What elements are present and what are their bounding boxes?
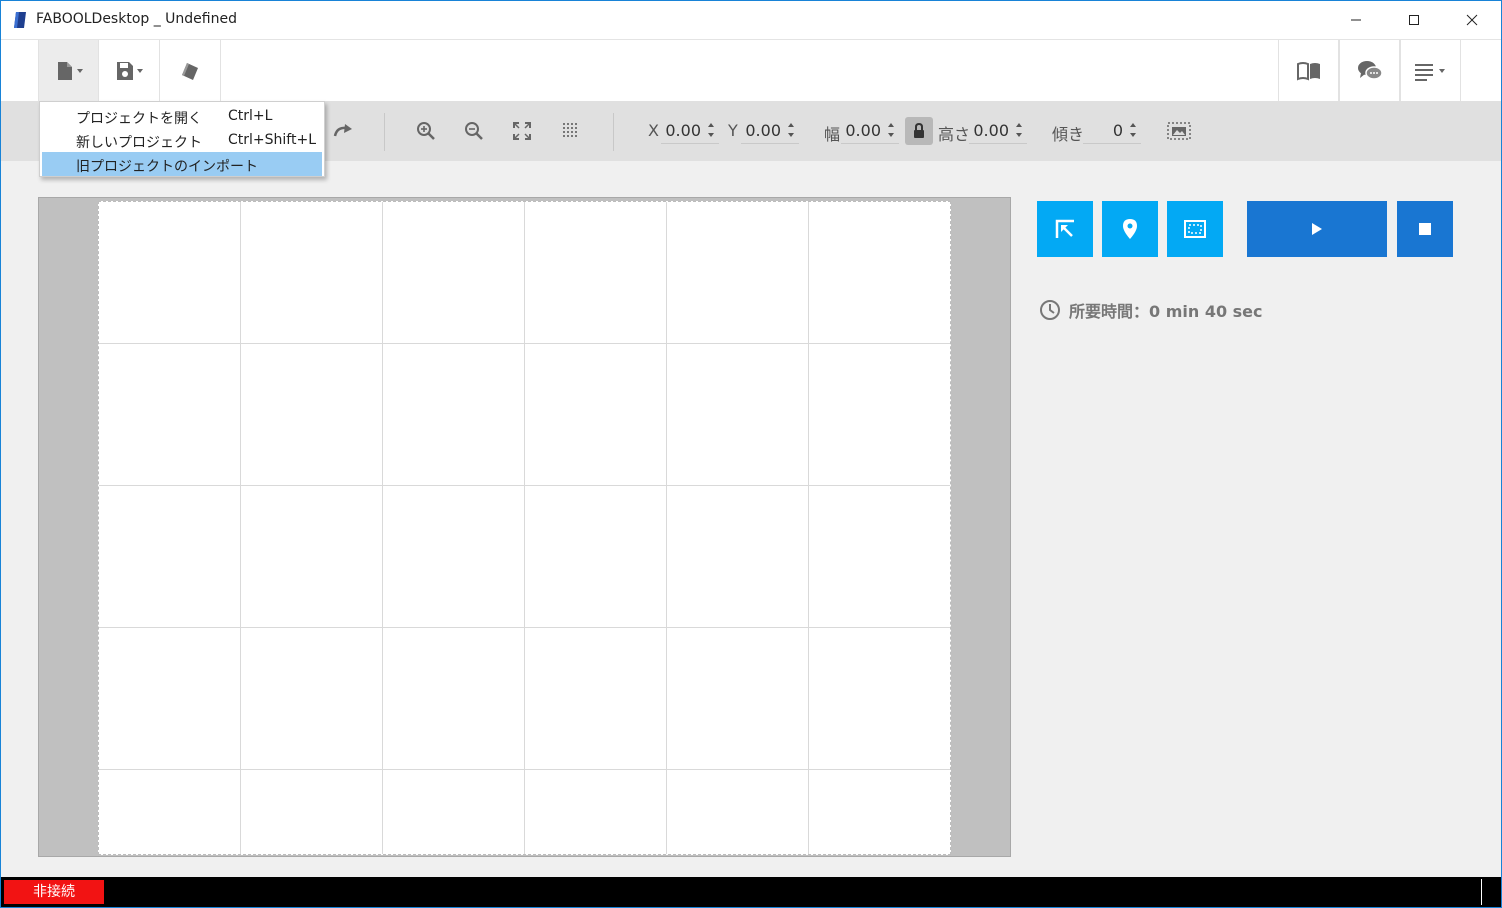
play-icon	[1312, 223, 1322, 235]
minimize-button[interactable]	[1327, 1, 1385, 39]
canvas-frame	[38, 197, 1011, 857]
manual-button[interactable]	[1278, 40, 1339, 101]
x-input[interactable]: 0.00	[661, 121, 701, 140]
lock-icon	[914, 123, 924, 138]
zoom-out-icon	[465, 122, 483, 140]
image-select-icon	[1167, 122, 1191, 140]
fit-screen-icon	[513, 122, 531, 140]
toolbar-divider	[613, 113, 614, 151]
book-icon	[1296, 61, 1320, 80]
save-menu-button[interactable]	[99, 40, 160, 101]
zoom-out-button[interactable]	[462, 119, 486, 143]
stop-icon	[1419, 223, 1431, 235]
estimated-time: 所要時間：0 min 40 sec	[1039, 299, 1263, 321]
height-label: 高さ	[938, 125, 971, 144]
eraser-button[interactable]	[160, 40, 221, 101]
grid-line	[808, 202, 809, 854]
frame-trace-button[interactable]	[1167, 201, 1223, 257]
grid-line	[382, 202, 383, 854]
grid-icon	[563, 123, 577, 137]
grid-line	[99, 627, 950, 628]
y-input[interactable]: 0.00	[741, 121, 781, 140]
home-origin-icon	[1055, 219, 1074, 238]
chat-icon	[1357, 60, 1383, 80]
eraser-icon	[182, 62, 198, 80]
close-button[interactable]	[1443, 1, 1501, 39]
grid-line	[240, 202, 241, 854]
set-position-button[interactable]	[1102, 201, 1158, 257]
menu-item-shortcut: Ctrl+Shift+L	[228, 132, 316, 148]
location-pin-icon	[1123, 219, 1137, 239]
window-title: FABOOLDesktop _ Undefined	[36, 11, 237, 27]
maximize-button[interactable]	[1385, 1, 1443, 39]
grid-line	[99, 343, 950, 344]
grid-toggle-button[interactable]	[559, 119, 583, 143]
y-label: Y	[728, 121, 738, 140]
width-input[interactable]: 0.00	[841, 121, 881, 140]
x-underline	[661, 143, 719, 144]
menu-item-label: 新しいプロジェクト	[76, 135, 202, 151]
grid-line	[524, 202, 525, 854]
width-underline	[841, 143, 899, 144]
support-chat-button[interactable]	[1339, 40, 1400, 101]
menu-lines-icon	[1414, 63, 1445, 81]
grid-line	[666, 202, 667, 854]
close-icon	[1466, 14, 1478, 26]
grid-line	[99, 769, 950, 770]
connection-status-badge[interactable]: 非接続	[4, 880, 104, 904]
status-divider	[1481, 879, 1482, 905]
x-label: X	[648, 121, 659, 140]
tilt-label: 傾き	[1052, 125, 1085, 144]
y-underline	[741, 143, 799, 144]
tilt-underline	[1083, 143, 1141, 144]
redo-button[interactable]	[331, 119, 355, 143]
app-logo-icon	[14, 12, 26, 28]
frame-icon	[1184, 220, 1206, 238]
hamburger-menu-button[interactable]	[1400, 40, 1461, 101]
save-icon	[117, 61, 143, 80]
menu-item-open-project[interactable]: プロジェクトを開く Ctrl+L	[42, 104, 322, 128]
work-area[interactable]	[98, 201, 951, 855]
estimated-time-text: 所要時間：0 min 40 sec	[1069, 302, 1263, 321]
maximize-icon	[1409, 15, 1419, 25]
menu-item-label: 旧プロジェクトのインポート	[76, 159, 258, 175]
file-dropdown-menu: プロジェクトを開く Ctrl+L 新しいプロジェクト Ctrl+Shift+L …	[39, 101, 325, 177]
stop-button[interactable]	[1397, 201, 1453, 257]
height-underline	[969, 143, 1027, 144]
menu-item-shortcut: Ctrl+L	[228, 108, 273, 124]
menu-item-new-project[interactable]: 新しいプロジェクト Ctrl+Shift+L	[42, 128, 322, 152]
width-label: 幅	[824, 125, 841, 144]
start-button[interactable]	[1247, 201, 1387, 257]
move-to-origin-button[interactable]	[1037, 201, 1093, 257]
zoom-in-icon	[417, 122, 435, 140]
aspect-lock-button[interactable]	[905, 117, 933, 145]
width-spinner-icon[interactable]	[887, 121, 895, 139]
x-spinner-icon[interactable]	[707, 121, 715, 139]
height-spinner-icon[interactable]	[1015, 121, 1023, 139]
y-spinner-icon[interactable]	[787, 121, 795, 139]
image-select-button[interactable]	[1167, 119, 1191, 143]
main-toolbar	[1, 39, 1501, 101]
menu-item-label: プロジェクトを開く	[76, 111, 202, 127]
title-bar: FABOOLDesktop _ Undefined	[1, 1, 1501, 39]
fit-screen-button[interactable]	[510, 119, 534, 143]
app-window: FABOOLDesktop _ Undefined X 0.00 Y 0.00 …	[0, 0, 1502, 908]
height-input[interactable]: 0.00	[969, 121, 1009, 140]
grid-line	[99, 485, 950, 486]
zoom-in-button[interactable]	[414, 119, 438, 143]
file-icon	[57, 61, 83, 80]
menu-item-import-old-project[interactable]: 旧プロジェクトのインポート	[42, 152, 322, 176]
file-menu-button[interactable]	[38, 40, 99, 101]
toolbar-divider	[384, 113, 385, 151]
tilt-input[interactable]: 0	[1085, 121, 1123, 140]
tilt-spinner-icon[interactable]	[1129, 121, 1137, 139]
clock-icon	[1040, 300, 1060, 320]
minimize-icon	[1351, 19, 1361, 21]
status-bar: 非接続	[1, 877, 1501, 907]
redo-icon	[333, 124, 352, 137]
